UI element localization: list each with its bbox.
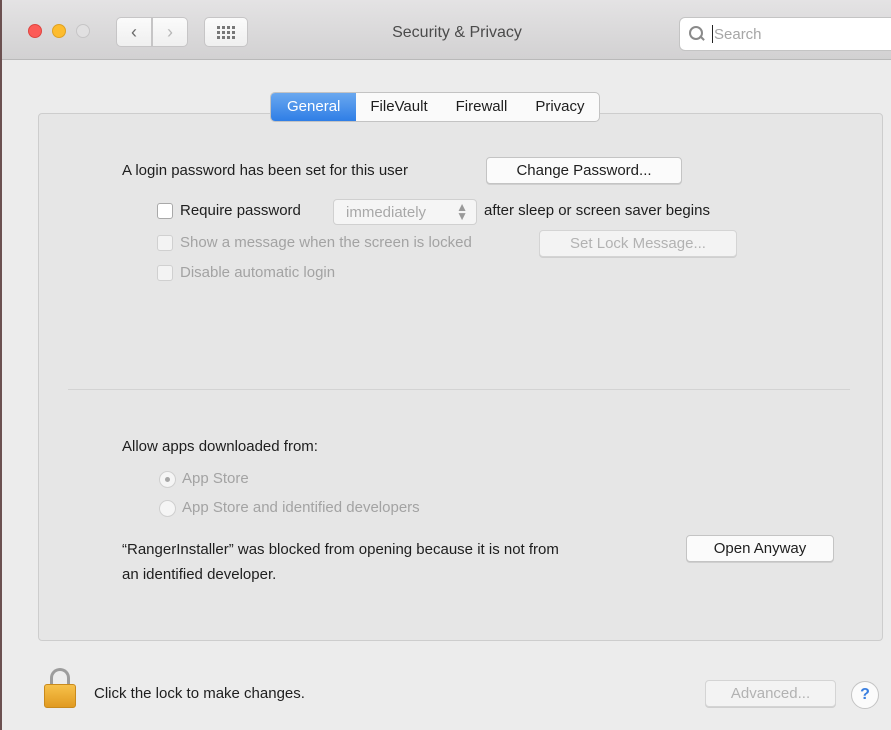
forward-button[interactable]: › <box>152 17 188 47</box>
back-button[interactable]: ‹ <box>116 17 152 47</box>
lock-label: Click the lock to make changes. <box>94 685 305 702</box>
password-status-label: A login password has been set for this u… <box>122 162 408 179</box>
updown-arrows-icon: ▲ ▼ <box>456 200 468 223</box>
chevron-left-icon: ‹ <box>131 21 137 42</box>
require-password-label: Require password <box>180 202 301 219</box>
tab-privacy[interactable]: Privacy <box>521 93 598 121</box>
allow-apps-heading: Allow apps downloaded from: <box>122 438 318 455</box>
blocked-message-line1: “RangerInstaller” was blocked from openi… <box>122 541 559 558</box>
radio-identified-developers[interactable] <box>159 500 176 517</box>
show-all-button[interactable] <box>204 17 248 47</box>
blocked-message-line2: an identified developer. <box>122 566 277 583</box>
radio-app-store[interactable] <box>159 471 176 488</box>
radio-identified-developers-label: App Store and identified developers <box>182 499 420 516</box>
search-icon <box>688 25 706 43</box>
require-password-suffix: after sleep or screen saver begins <box>484 202 710 219</box>
search-field[interactable] <box>679 17 891 51</box>
help-button[interactable]: ? <box>851 681 879 709</box>
tab-filevault[interactable]: FileVault <box>356 93 441 121</box>
title-bar: ‹ › Security & Privacy <box>2 0 891 60</box>
window-title: Security & Privacy <box>392 24 522 41</box>
lock-icon[interactable] <box>44 668 76 708</box>
show-message-checkbox[interactable] <box>157 235 173 251</box>
close-button[interactable] <box>28 24 42 38</box>
text-caret <box>712 25 713 43</box>
disable-auto-login-label: Disable automatic login <box>180 264 336 281</box>
advanced-button[interactable]: Advanced... <box>705 680 836 707</box>
show-message-label: Show a message when the screen is locked <box>180 234 472 251</box>
section-divider <box>68 389 850 390</box>
tab-bar: General FileVault Firewall Privacy <box>270 92 600 122</box>
tab-general[interactable]: General <box>271 93 357 121</box>
zoom-button[interactable] <box>76 24 90 38</box>
require-password-delay-value: immediately <box>346 203 427 221</box>
show-all-grid-icon <box>217 25 235 39</box>
require-password-checkbox[interactable] <box>157 203 173 219</box>
set-lock-message-button[interactable]: Set Lock Message... <box>539 230 737 257</box>
tab-firewall[interactable]: Firewall <box>442 93 522 121</box>
require-password-delay-select[interactable]: immediately ▲ ▼ <box>333 199 477 225</box>
chevron-right-icon: › <box>167 21 173 42</box>
search-input[interactable] <box>714 25 874 43</box>
disable-auto-login-checkbox[interactable] <box>157 265 173 281</box>
security-privacy-window: ‹ › Security & Privacy General FileVault… <box>0 0 891 730</box>
change-password-button[interactable]: Change Password... <box>486 157 682 184</box>
open-anyway-button[interactable]: Open Anyway <box>686 535 834 562</box>
minimize-button[interactable] <box>52 24 66 38</box>
radio-app-store-label: App Store <box>182 470 249 487</box>
